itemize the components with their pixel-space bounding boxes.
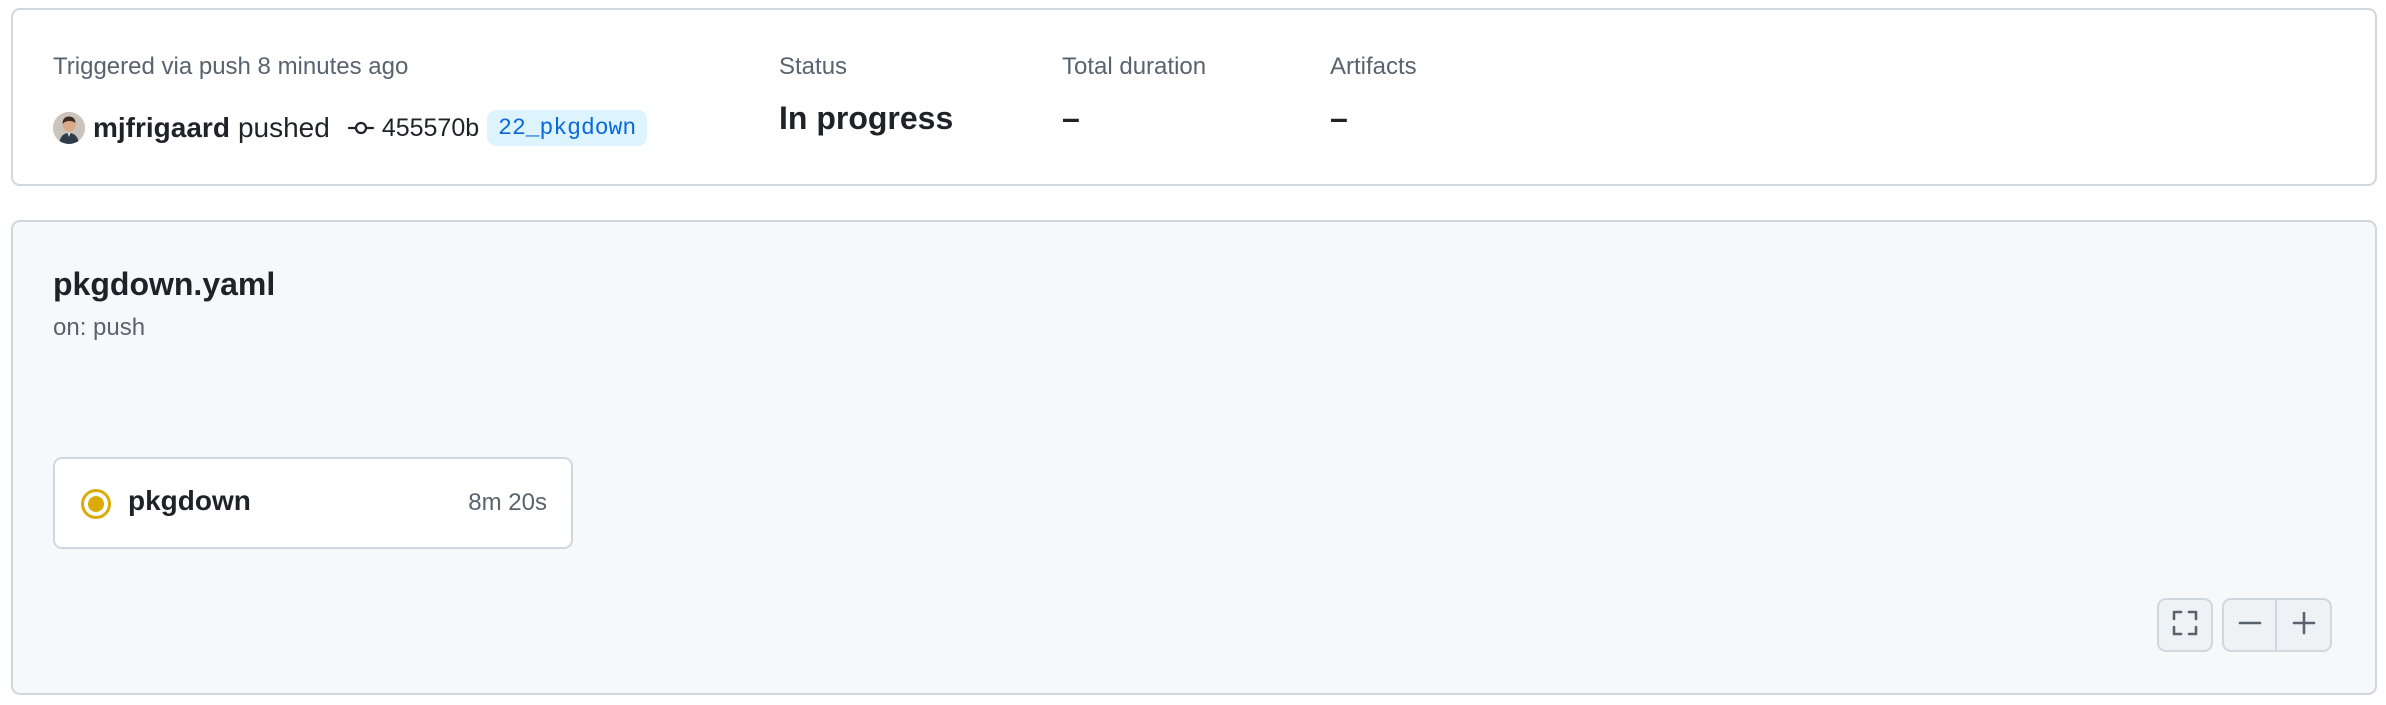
job-node-pkgdown[interactable]: pkgdown 8m 20s [53, 457, 573, 549]
avatar[interactable] [53, 112, 85, 144]
branch-badge[interactable]: 22_pkgdown [487, 110, 648, 146]
status-label: Status [779, 53, 848, 80]
plus-icon [2291, 610, 2317, 641]
workflow-trigger: on: push [53, 314, 146, 341]
trigger-label: Triggered via push 8 minutes ago [53, 53, 409, 80]
git-commit-icon [347, 119, 374, 137]
duration-label: Total duration [1062, 53, 1207, 80]
workflow-name: pkgdown.yaml [53, 266, 276, 302]
status-value: In progress [779, 100, 954, 136]
run-summary-card: Triggered via push 8 minutes ago mjfriga… [11, 8, 2377, 186]
minus-icon [2237, 610, 2263, 641]
in-progress-icon [80, 488, 112, 520]
fullscreen-button[interactable] [2157, 598, 2213, 652]
duration-value: – [1062, 100, 1080, 136]
job-name: pkgdown [128, 485, 251, 516]
artifacts-value: – [1330, 100, 1348, 136]
zoom-in-button[interactable] [2277, 600, 2330, 650]
job-duration: 8m 20s [468, 489, 547, 516]
action-text: pushed [237, 112, 330, 143]
workflow-graph-card: pkgdown.yaml on: push pkgdown 8m 20s [11, 220, 2377, 695]
zoom-out-button[interactable] [2224, 600, 2278, 650]
zoom-controls [2222, 598, 2332, 652]
trigger-details: mjfrigaard pushed 455570b 22_pkgdown [53, 100, 648, 156]
artifacts-label: Artifacts [1330, 53, 1417, 80]
commit-sha-link[interactable]: 455570b [382, 114, 479, 143]
actor-link[interactable]: mjfrigaard [93, 112, 230, 144]
fullscreen-icon [2171, 609, 2199, 642]
